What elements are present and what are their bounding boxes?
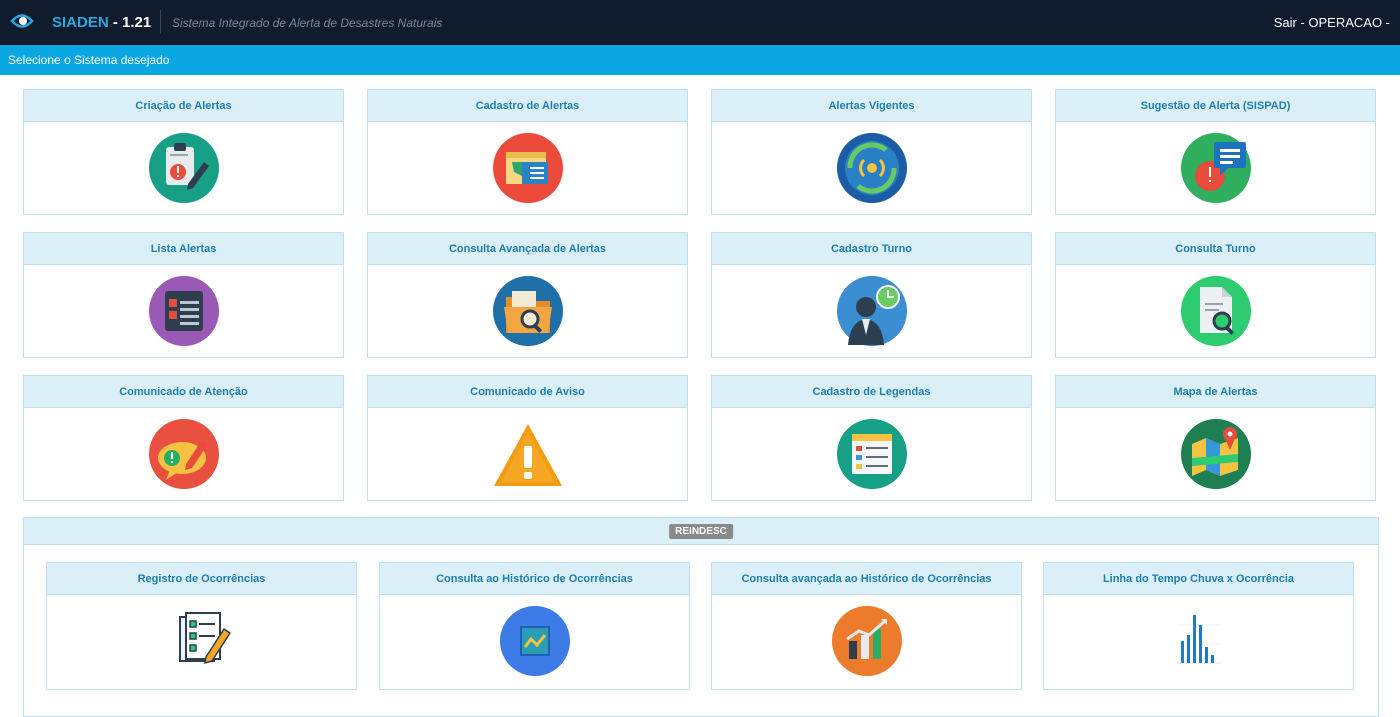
card-title: Alertas Vigentes: [712, 90, 1031, 122]
history-chart-icon[interactable]: [499, 605, 571, 677]
card-title: Consulta ao Histórico de Ocorrências: [380, 563, 689, 595]
alert-map-icon[interactable]: [1180, 418, 1252, 490]
app-brand[interactable]: SIADEN - 1.21: [52, 14, 151, 31]
card-title: Cadastro de Legendas: [712, 376, 1031, 408]
card-consulta-avancada-alertas[interactable]: Consulta Avançada de Alertas: [367, 232, 688, 358]
header-divider: [160, 10, 161, 34]
card-title: Consulta Turno: [1056, 233, 1375, 265]
card-sugestao-alerta[interactable]: Sugestão de Alerta (SISPAD): [1055, 89, 1376, 215]
card-title: Linha do Tempo Chuva x Ocorrência: [1044, 563, 1353, 595]
card-cadastro-alertas[interactable]: Cadastro de Alertas: [367, 89, 688, 215]
card-consulta-turno[interactable]: Consulta Turno: [1055, 232, 1376, 358]
warning-triangle-icon[interactable]: [492, 418, 564, 490]
card-cadastro-legendas[interactable]: Cadastro de Legendas: [711, 375, 1032, 501]
card-title: Consulta Avançada de Alertas: [368, 233, 687, 265]
card-comunicado-atencao[interactable]: Comunicado de Atenção: [23, 375, 344, 501]
top-navbar: SIADEN - 1.21 Sistema Integrado de Alert…: [0, 0, 1400, 45]
reindesc-header: REINDESC: [24, 518, 1378, 545]
rain-timeline-icon[interactable]: [1163, 605, 1235, 677]
card-title: Criação de Alertas: [24, 90, 343, 122]
signal-broadcast-icon[interactable]: [836, 132, 908, 204]
system-select-label: Selecione o Sistema desejado: [8, 53, 170, 67]
card-registro-ocorrencias[interactable]: Registro de Ocorrências: [46, 562, 357, 690]
card-consulta-avancada-historico[interactable]: Consulta avançada ao Histórico de Ocorrê…: [711, 562, 1022, 690]
system-select-bar: Selecione o Sistema desejado: [0, 45, 1400, 75]
card-linha-tempo-chuva[interactable]: Linha do Tempo Chuva x Ocorrência: [1043, 562, 1354, 690]
clipboard-alert-icon[interactable]: [148, 132, 220, 204]
card-mapa-alertas[interactable]: Mapa de Alertas: [1055, 375, 1376, 501]
card-title: Cadastro de Alertas: [368, 90, 687, 122]
app-subtitle: Sistema Integrado de Alerta de Desastres…: [172, 16, 443, 30]
card-criacao-alertas[interactable]: Criação de Alertas: [23, 89, 344, 215]
checklist-pencil-icon[interactable]: [166, 605, 238, 677]
card-lista-alertas[interactable]: Lista Alertas: [23, 232, 344, 358]
card-title: Cadastro Turno: [712, 233, 1031, 265]
document-search-icon[interactable]: [1180, 275, 1252, 347]
siaden-logo-icon: [10, 14, 34, 28]
alert-register-icon[interactable]: [492, 132, 564, 204]
card-title: Comunicado de Aviso: [368, 376, 687, 408]
card-title: Lista Alertas: [24, 233, 343, 265]
card-alertas-vigentes[interactable]: Alertas Vigentes: [711, 89, 1032, 215]
advanced-chart-icon[interactable]: [831, 605, 903, 677]
reindesc-section: REINDESC Registro de Ocorrências Consult…: [23, 517, 1379, 717]
folder-search-icon[interactable]: [492, 275, 564, 347]
card-comunicado-aviso[interactable]: Comunicado de Aviso: [367, 375, 688, 501]
card-title: Comunicado de Atenção: [24, 376, 343, 408]
attention-message-icon[interactable]: [148, 418, 220, 490]
reindesc-badge: REINDESC: [669, 524, 733, 539]
app-name: SIADEN: [52, 14, 109, 31]
app-version: - 1.21: [108, 14, 152, 31]
card-cadastro-turno[interactable]: Cadastro Turno: [711, 232, 1032, 358]
card-title: Registro de Ocorrências: [47, 563, 356, 595]
legend-table-icon[interactable]: [836, 418, 908, 490]
card-title: Sugestão de Alerta (SISPAD): [1056, 90, 1375, 122]
card-consulta-historico-ocorrencias[interactable]: Consulta ao Histórico de Ocorrências: [379, 562, 690, 690]
card-title: Mapa de Alertas: [1056, 376, 1375, 408]
user-menu-logout[interactable]: Sair - OPERACAO -: [1274, 15, 1390, 30]
alert-suggestion-icon[interactable]: [1180, 132, 1252, 204]
alert-list-icon[interactable]: [148, 275, 220, 347]
operator-clock-icon[interactable]: [836, 275, 908, 347]
card-title: Consulta avançada ao Histórico de Ocorrê…: [712, 563, 1021, 595]
